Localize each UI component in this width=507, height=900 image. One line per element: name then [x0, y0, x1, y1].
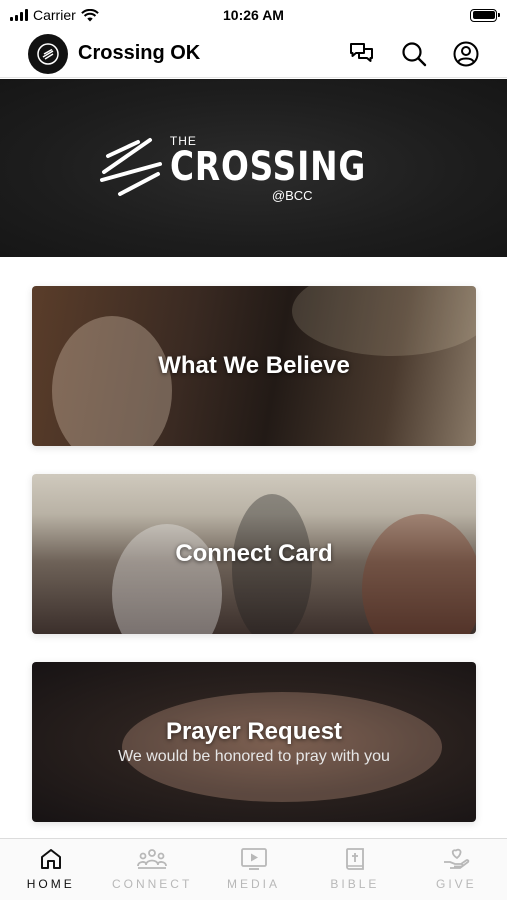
tab-label: HOME — [26, 877, 75, 891]
tab-give[interactable]: GIVE — [406, 839, 507, 900]
bottom-tab-bar: HOME CONNECT MEDIA BIBLE GIVE — [0, 838, 507, 900]
battery-icon — [470, 8, 500, 22]
give-icon — [444, 848, 470, 869]
tab-media[interactable]: MEDIA — [203, 839, 304, 900]
logo-sub-text: @BCC — [271, 187, 313, 203]
tab-bible[interactable]: BIBLE — [304, 839, 405, 900]
carrier-label: Carrier — [33, 7, 76, 23]
tab-home[interactable]: HOME — [0, 839, 101, 900]
header-actions — [349, 41, 479, 67]
card-subtitle: We would be honored to pray with you — [118, 748, 390, 765]
chat-icon[interactable] — [349, 42, 375, 66]
tab-label: BIBLE — [330, 877, 380, 891]
app-title: Crossing OK — [78, 42, 201, 64]
app-header: Crossing OK — [0, 30, 507, 78]
crossing-mark-icon — [99, 138, 162, 196]
home-icon — [40, 849, 61, 869]
card-title: What We Believe — [158, 352, 350, 379]
signal-icon — [10, 9, 28, 21]
church-logo: THE CROSSING @BCC — [98, 134, 409, 202]
app-logo[interactable] — [28, 33, 68, 74]
card-connect-card[interactable]: Connect Card — [32, 474, 476, 634]
play-icon — [240, 848, 267, 870]
card-title: Connect Card — [175, 540, 333, 567]
church-banner: THE CROSSING @BCC — [0, 79, 507, 257]
card-prayer-request[interactable]: Prayer Request We would be honored to pr… — [32, 662, 476, 822]
card-what-we-believe[interactable]: What We Believe — [32, 286, 476, 446]
logo-main-text: CROSSING — [169, 143, 367, 190]
people-icon — [137, 849, 168, 869]
tab-label: MEDIA — [227, 877, 281, 891]
profile-icon[interactable] — [453, 41, 479, 67]
bible-icon — [346, 848, 364, 870]
status-left: Carrier — [10, 7, 99, 23]
tab-label: GIVE — [435, 877, 477, 891]
search-icon[interactable] — [401, 41, 427, 67]
card-title: Prayer Request — [165, 718, 343, 745]
status-bar: Carrier 10:26 AM — [0, 0, 507, 30]
tab-connect[interactable]: CONNECT — [101, 839, 202, 900]
tab-label: CONNECT — [111, 877, 193, 891]
wifi-icon — [80, 8, 99, 21]
crossing-logo-icon — [37, 42, 59, 65]
